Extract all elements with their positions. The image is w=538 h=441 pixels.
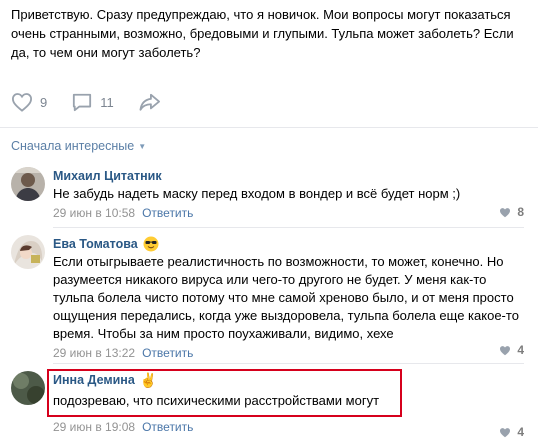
share-button[interactable] <box>138 92 162 112</box>
like-button[interactable]: 9 <box>11 92 47 112</box>
comment-meta: 29 июн в 13:22 Ответить <box>53 345 524 361</box>
comment-like-count: 4 <box>517 425 524 439</box>
comment-like-button[interactable]: 4 <box>499 343 524 357</box>
reply-button[interactable]: Ответить <box>142 206 193 220</box>
smiling-face-with-sunglasses-icon <box>143 236 159 252</box>
comment-separator <box>53 227 524 228</box>
heart-icon <box>500 207 511 217</box>
comment-date[interactable]: 29 июн в 19:08 <box>53 420 135 434</box>
comment-author[interactable]: Ева Томатова <box>53 235 138 253</box>
heart-icon <box>500 427 511 437</box>
avatar[interactable] <box>11 167 45 201</box>
comment-like-count: 4 <box>517 343 524 357</box>
heart-icon <box>500 345 511 355</box>
comment-author-row: Ева Томатова <box>53 235 524 253</box>
comment-like-count: 8 <box>517 205 524 219</box>
comment-separator <box>53 363 524 364</box>
comment-text: Если отыгрываете реалистичность по возмо… <box>53 254 519 341</box>
comment-meta: 29 июн в 10:58 Ответить <box>53 205 524 221</box>
comment-like-button[interactable]: 8 <box>499 205 524 219</box>
comment-item: Ева Томатова Если отыгрываете реалистичн… <box>11 235 524 360</box>
highlight-box <box>47 369 402 417</box>
heart-icon <box>11 93 33 112</box>
post-text: Приветствую. Сразу предупреждаю, что я н… <box>11 7 514 60</box>
post-actions: 9 11 <box>11 91 186 113</box>
comment-author[interactable]: Михаил Цитатник <box>53 167 524 185</box>
comment-text: Не забудь надеть маску перед входом в во… <box>53 186 461 201</box>
comment-icon <box>73 93 92 112</box>
comment-meta: 29 июн в 19:08 Ответить <box>53 419 524 435</box>
comment-date[interactable]: 29 июн в 10:58 <box>53 206 135 220</box>
chevron-down-icon: ▼ <box>138 141 147 151</box>
comment-like-button[interactable]: 4 <box>499 425 524 439</box>
share-arrow-icon <box>139 93 160 111</box>
comment-button[interactable]: 11 <box>71 92 114 112</box>
reply-button[interactable]: Ответить <box>142 420 193 434</box>
sort-label: Сначала интересные <box>11 139 135 153</box>
comment-item: Михаил Цитатник Не забудь надеть маску п… <box>11 167 524 223</box>
comment-count: 11 <box>100 94 114 110</box>
avatar[interactable] <box>11 371 45 405</box>
like-count: 9 <box>40 94 48 110</box>
reply-button[interactable]: Ответить <box>142 346 193 360</box>
divider <box>0 127 538 128</box>
sort-dropdown[interactable]: Сначала интересные ▼ <box>11 139 146 153</box>
avatar[interactable] <box>11 235 45 269</box>
comment-date[interactable]: 29 июн в 13:22 <box>53 346 135 360</box>
